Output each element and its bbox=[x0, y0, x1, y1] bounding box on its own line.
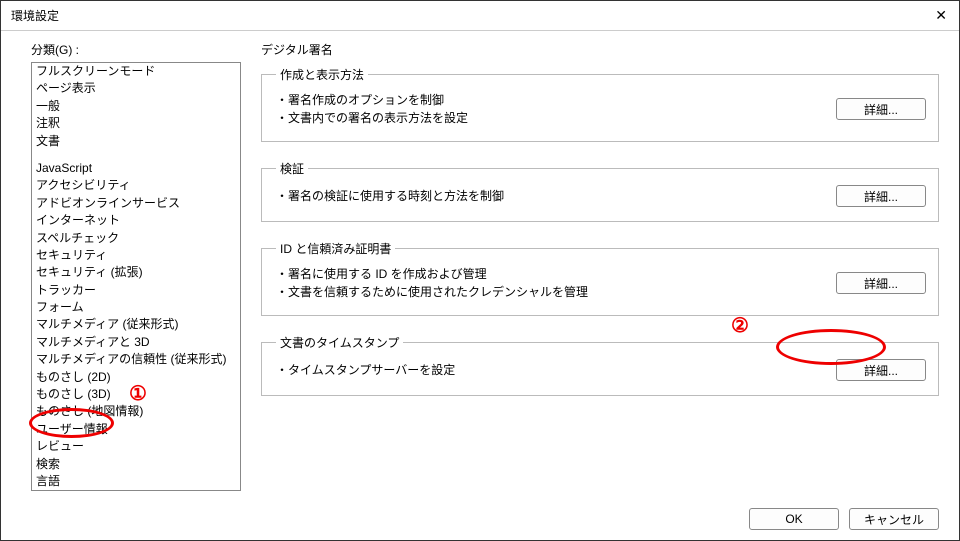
category-item[interactable]: マルチメディアと 3D bbox=[32, 334, 240, 351]
category-item[interactable]: アクセシビリティ bbox=[32, 177, 240, 194]
detail-button[interactable]: 詳細... bbox=[836, 272, 926, 294]
cancel-button[interactable]: キャンセル bbox=[849, 508, 939, 530]
category-item[interactable]: インターネット bbox=[32, 212, 240, 229]
detail-button[interactable]: 詳細... bbox=[836, 185, 926, 207]
category-item[interactable]: フルスクリーンモード bbox=[32, 63, 240, 80]
detail-button[interactable]: 詳細... bbox=[836, 359, 926, 381]
category-item[interactable]: スペルチェック bbox=[32, 230, 240, 247]
group-legend: 文書のタイムスタンプ bbox=[276, 334, 403, 351]
group-3: 文書のタイムスタンプ・タイムスタンプサーバーを設定 詳細... bbox=[261, 334, 939, 396]
group-bullets: ・署名作成のオプションを制御・文書内での署名の表示方法を設定 bbox=[276, 91, 468, 127]
title-bar: 環境設定 ✕ bbox=[1, 1, 959, 31]
category-item[interactable]: 注釈 bbox=[32, 115, 240, 132]
category-item[interactable]: 署名 bbox=[32, 490, 240, 491]
group-0: 作成と表示方法・署名作成のオプションを制御・文書内での署名の表示方法を設定 詳細.… bbox=[261, 66, 939, 142]
close-icon[interactable]: ✕ bbox=[935, 7, 947, 24]
category-item[interactable]: セキュリティ bbox=[32, 247, 240, 264]
category-item[interactable]: 文書 bbox=[32, 133, 240, 150]
group-legend: 検証 bbox=[276, 160, 308, 177]
group-bullets: ・署名に使用する ID を作成および管理・文書を信頼するために使用されたクレデン… bbox=[276, 265, 588, 301]
category-item[interactable]: セキュリティ (拡張) bbox=[32, 264, 240, 281]
group-1: 検証・署名の検証に使用する時刻と方法を制御 詳細... bbox=[261, 160, 939, 222]
ok-button[interactable]: OK bbox=[749, 508, 839, 530]
category-list[interactable]: フルスクリーンモードページ表示一般注釈文書 JavaScriptアクセシビリティア… bbox=[31, 62, 241, 491]
category-item[interactable]: アドビオンラインサービス bbox=[32, 195, 240, 212]
detail-button[interactable]: 詳細... bbox=[836, 98, 926, 120]
section-title: デジタル署名 bbox=[261, 41, 939, 58]
category-item[interactable]: マルチメディア (従来形式) bbox=[32, 316, 240, 333]
window-title: 環境設定 bbox=[11, 7, 59, 24]
category-item[interactable]: 言語 bbox=[32, 473, 240, 490]
category-item[interactable]: フォーム bbox=[32, 299, 240, 316]
category-item[interactable]: JavaScript bbox=[32, 160, 240, 177]
category-item[interactable]: 一般 bbox=[32, 98, 240, 115]
category-item[interactable]: ページ表示 bbox=[32, 80, 240, 97]
category-item[interactable]: ものさし (地図情報) bbox=[32, 403, 240, 420]
category-item[interactable]: マルチメディアの信頼性 (従来形式) bbox=[32, 351, 240, 368]
category-item[interactable]: レビュー bbox=[32, 438, 240, 455]
category-label: 分類(G) : bbox=[31, 41, 241, 58]
group-bullets: ・署名の検証に使用する時刻と方法を制御 bbox=[276, 187, 504, 205]
group-2: ID と信頼済み証明書・署名に使用する ID を作成および管理・文書を信頼するた… bbox=[261, 240, 939, 316]
group-legend: 作成と表示方法 bbox=[276, 66, 368, 83]
category-item[interactable]: ものさし (2D) bbox=[32, 369, 240, 386]
category-item[interactable]: 検索 bbox=[32, 456, 240, 473]
group-legend: ID と信頼済み証明書 bbox=[276, 240, 395, 257]
category-item[interactable]: ユーザー情報 bbox=[32, 421, 240, 438]
category-item[interactable]: トラッカー bbox=[32, 282, 240, 299]
group-bullets: ・タイムスタンプサーバーを設定 bbox=[276, 361, 455, 379]
category-item[interactable]: ものさし (3D) bbox=[32, 386, 240, 403]
